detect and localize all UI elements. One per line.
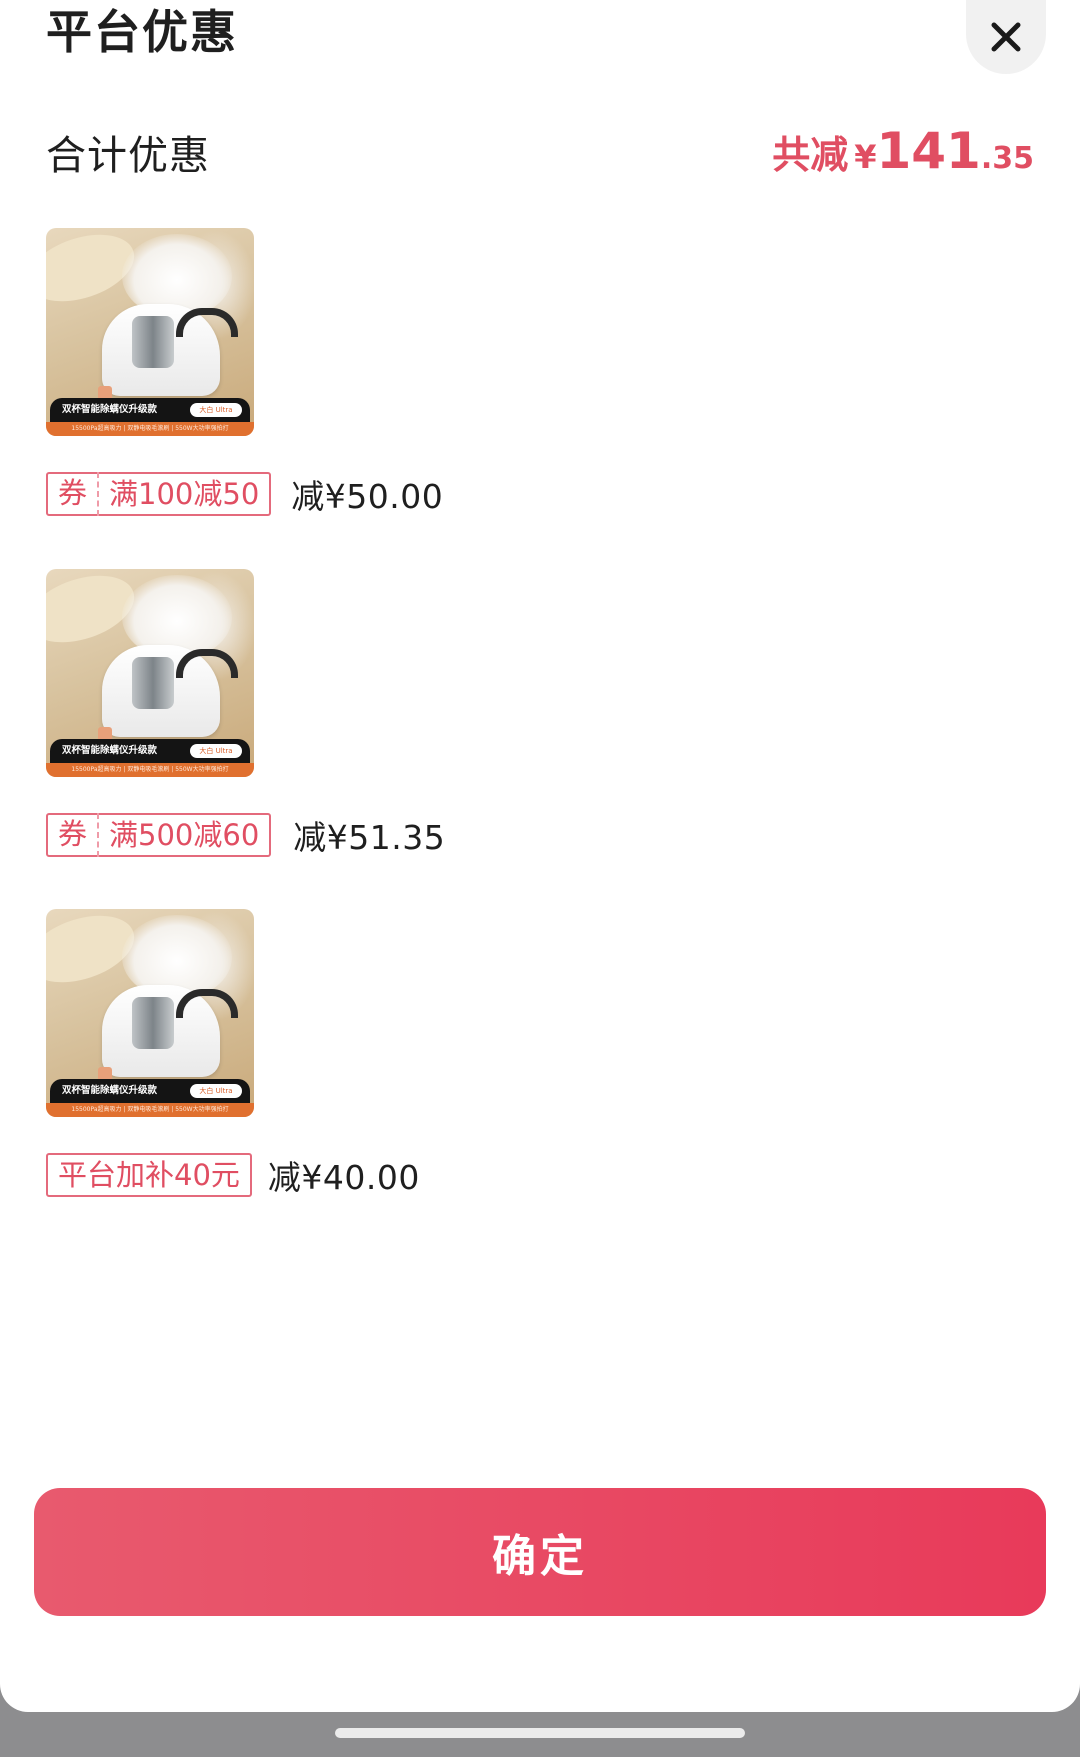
discount-item: 双杯智能除螨仪升级款 大白 Ultra 15500Pa超高吸力 | 双静电吸毛滚…	[46, 228, 746, 518]
discount-item: 双杯智能除螨仪升级款 大白 Ultra 15500Pa超高吸力 | 双静电吸毛滚…	[46, 909, 746, 1199]
coupon-row: 平台加补40元 减¥40.00	[46, 1151, 746, 1199]
image-pill-text: 大白 Ultra	[190, 744, 242, 758]
discount-amount: 减¥50.00	[291, 477, 444, 516]
coupon-badge: 券 满100减50	[46, 472, 272, 516]
product-image[interactable]: 双杯智能除螨仪升级款 大白 Ultra 15500Pa超高吸力 | 双静电吸毛滚…	[46, 909, 254, 1117]
image-pill-text: 大白 Ultra	[190, 1084, 242, 1098]
discount-item: 双杯智能除螨仪升级款 大白 Ultra 15500Pa超高吸力 | 双静电吸毛滚…	[46, 569, 746, 859]
total-discount: 共减 ¥ 141 .35	[772, 122, 1034, 180]
image-pill-text: 大白 Ultra	[190, 403, 242, 417]
discount-amount: 减¥51.35	[293, 818, 446, 857]
total-prefix: 共减	[772, 133, 849, 177]
image-strip-text: 15500Pa超高吸力 | 双静电吸毛滚刷 | 550W大功率强拍打	[46, 422, 254, 436]
coupon-row: 券 满500减60 减¥51.35	[46, 811, 746, 859]
close-icon	[991, 22, 1021, 52]
discount-amount: 减¥40.00	[267, 1158, 420, 1197]
total-amount-int: 141	[876, 122, 981, 180]
close-button[interactable]	[966, 0, 1046, 74]
total-currency: ¥	[854, 138, 877, 176]
discount-sheet: 平台优惠 合计优惠 共减 ¥ 141 .35 双杯智能除螨仪升级款 大白 Ult…	[0, 0, 1080, 1712]
total-amount-dec: .35	[980, 141, 1034, 176]
coupon-tag: 券	[48, 472, 100, 516]
confirm-button[interactable]: 确定	[34, 1488, 1046, 1616]
image-strip-text: 15500Pa超高吸力 | 双静电吸毛滚刷 | 550W大功率强拍打	[46, 1103, 254, 1117]
image-strip-text: 15500Pa超高吸力 | 双静电吸毛滚刷 | 550W大功率强拍打	[46, 763, 254, 777]
summary-label: 合计优惠	[46, 133, 210, 179]
sheet-title: 平台优惠	[46, 5, 238, 59]
home-indicator[interactable]	[335, 1728, 745, 1738]
coupon-badge: 平台加补40元	[46, 1153, 252, 1197]
coupon-tag: 券	[48, 813, 100, 857]
coupon-row: 券 满100减50 减¥50.00	[46, 470, 746, 518]
coupon-badge: 券 满500减60	[46, 813, 272, 857]
product-image[interactable]: 双杯智能除螨仪升级款 大白 Ultra 15500Pa超高吸力 | 双静电吸毛滚…	[46, 228, 254, 436]
coupon-value: 满100减50	[109, 477, 260, 511]
coupon-value: 满500减60	[109, 818, 260, 852]
product-image[interactable]: 双杯智能除螨仪升级款 大白 Ultra 15500Pa超高吸力 | 双静电吸毛滚…	[46, 569, 254, 777]
coupon-value: 平台加补40元	[58, 1158, 240, 1192]
